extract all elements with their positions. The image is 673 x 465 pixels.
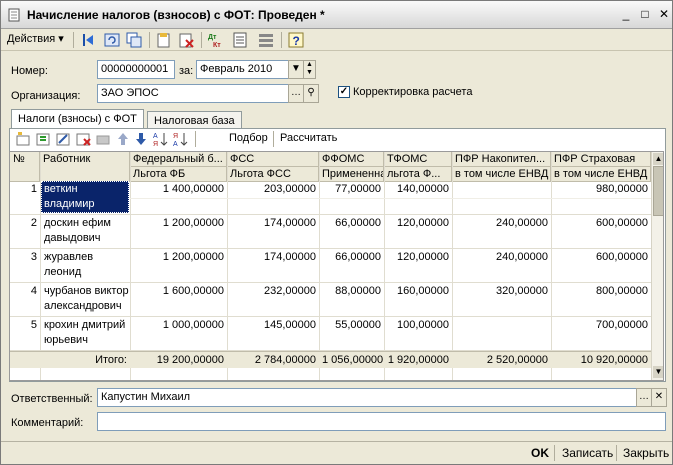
scroll-up-icon[interactable]: ▲	[653, 153, 663, 165]
add-row-icon[interactable]	[15, 131, 31, 147]
minimize-icon[interactable]: _	[618, 7, 634, 23]
arrow-up-icon[interactable]	[115, 131, 131, 147]
period-label: за:	[179, 65, 194, 77]
scroll-thumb[interactable]	[653, 166, 663, 216]
column-subheader-fb[interactable]: Льгота ФБ	[130, 167, 227, 182]
svg-text:Я: Я	[153, 141, 158, 147]
number-field[interactable]: 00000000001	[97, 60, 175, 79]
sort-asc-icon[interactable]: АЯ	[153, 131, 169, 147]
tab-taxes[interactable]: Налоги (взносы) с ФОТ	[11, 109, 144, 130]
ok-button[interactable]: OK	[531, 446, 549, 460]
period-stepper[interactable]: ▲ ▼	[303, 60, 316, 79]
column-subheader-tfoms[interactable]: льгота Ф...	[384, 167, 452, 182]
svg-text:А: А	[173, 141, 178, 147]
number-label: Номер:	[11, 65, 48, 77]
totals-row: Итого: 19 200,00000 2 784,00000 1 056,00…	[10, 351, 651, 368]
column-header-pfr-accum[interactable]: ПФР Накопител...	[452, 152, 551, 167]
save-button[interactable]: Записать	[562, 446, 613, 460]
column-header-pfr-insurance[interactable]: ПФР Страховая	[551, 152, 651, 167]
svg-text:Дт: Дт	[208, 34, 217, 41]
correction-label: Корректировка расчета	[353, 86, 473, 98]
arrow-left-icon[interactable]	[79, 31, 97, 49]
svg-text:?: ?	[293, 34, 300, 48]
column-header-employee[interactable]: Работник	[40, 152, 130, 182]
dt-kt-icon[interactable]: ДтКт	[207, 31, 225, 49]
doc-edit-icon[interactable]	[155, 31, 173, 49]
ellipsis-icon[interactable]: …	[288, 84, 304, 103]
chevron-down-icon[interactable]: ▼	[288, 60, 304, 79]
svg-text:Я: Я	[173, 133, 178, 140]
toolbar: Действия ▾ Дт Кт ?	[1, 29, 672, 51]
period-field[interactable]: Февраль 2010	[196, 60, 290, 79]
svg-text:А: А	[153, 133, 158, 140]
correction-checkbox[interactable]: ✓	[338, 86, 350, 98]
column-subheader-pfr-insurance[interactable]: в том числе ЕНВД	[551, 167, 651, 182]
calculate-button[interactable]: Рассчитать	[280, 132, 337, 144]
sort-desc-icon[interactable]: ЯА	[173, 131, 189, 147]
arrow-down-icon[interactable]	[133, 131, 149, 147]
doc-delete-icon[interactable]	[177, 31, 195, 49]
comment-field[interactable]	[97, 412, 666, 431]
responsible-label: Ответственный:	[11, 393, 93, 405]
maximize-icon[interactable]: □	[637, 7, 653, 23]
table-toolbar: АЯ ЯА Подбор Рассчитать	[13, 130, 353, 149]
window-title: Начисление налогов (взносов) с ФОТ: Пров…	[27, 8, 325, 22]
add-copy-icon[interactable]	[35, 131, 51, 147]
report-icon[interactable]	[231, 31, 249, 49]
column-header-fb[interactable]: Федеральный б...	[130, 152, 227, 167]
column-header-number[interactable]: №	[10, 152, 40, 182]
clear-icon[interactable]: ✕	[651, 388, 667, 407]
comment-label: Комментарий:	[11, 417, 84, 429]
title-bar: Начисление налогов (взносов) с ФОТ: Пров…	[1, 1, 672, 29]
column-header-ffoms[interactable]: ФФОМС	[319, 152, 384, 167]
organization-field[interactable]: ЗАО ЭПОС	[97, 84, 289, 103]
bottom-bar: OK Записать Закрыть	[1, 441, 672, 464]
column-subheader-pfr-accum[interactable]: в том числе ЕНВД	[452, 167, 551, 182]
delete-row-icon[interactable]	[75, 131, 91, 147]
end-edit-icon[interactable]	[95, 131, 111, 147]
vertical-scrollbar[interactable]: ▲ ▼	[651, 152, 663, 380]
column-header-fss[interactable]: ФСС	[227, 152, 319, 167]
scroll-down-icon[interactable]: ▼	[653, 366, 663, 378]
search-icon[interactable]: ⚲	[303, 84, 319, 103]
column-subheader-ffoms[interactable]: Примененная	[319, 167, 384, 182]
swap-icon[interactable]	[125, 31, 143, 49]
actions-menu[interactable]: Действия ▾	[7, 32, 64, 45]
close-icon[interactable]: ✕	[656, 7, 672, 23]
document-window: Начисление налогов (взносов) с ФОТ: Пров…	[0, 0, 673, 465]
responsible-field[interactable]: Капустин Михаил	[97, 388, 637, 407]
organization-label: Организация:	[11, 90, 81, 102]
svg-text:Кт: Кт	[213, 42, 221, 49]
taxes-table: № Работник Федеральный б... ФСС ФФОМС ТФ…	[9, 151, 664, 381]
refresh-icon[interactable]	[103, 31, 121, 49]
totals-label: Итого:	[95, 354, 127, 366]
document-icon	[8, 8, 20, 22]
edit-row-icon[interactable]	[55, 131, 71, 147]
list-icon[interactable]	[257, 31, 275, 49]
ellipsis-icon[interactable]: …	[636, 388, 652, 407]
column-header-tfoms[interactable]: ТФОМС	[384, 152, 452, 167]
column-subheader-fss[interactable]: Льгота ФСС	[227, 167, 319, 182]
help-icon[interactable]: ?	[287, 31, 305, 49]
close-button[interactable]: Закрыть	[623, 446, 669, 460]
select-button[interactable]: Подбор	[229, 132, 268, 144]
